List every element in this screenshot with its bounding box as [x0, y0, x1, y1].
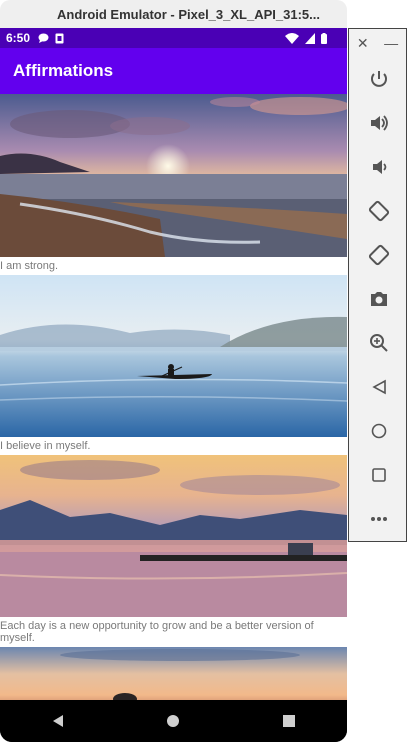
app-title: Affirmations [13, 61, 114, 80]
affirmation-card[interactable]: I believe in myself. [0, 275, 347, 455]
home-icon [167, 715, 180, 727]
status-time: 6:50 [6, 31, 31, 45]
home-button[interactable] [153, 701, 193, 741]
power-icon [370, 71, 387, 87]
beach-sunset-photo [0, 94, 347, 257]
affirmation-text: I am strong. [0, 260, 59, 272]
mountain-lake-dusk-photo [0, 455, 347, 617]
window-title: Android Emulator - Pixel_3_XL_API_31:5..… [57, 6, 320, 22]
more-icon [370, 517, 387, 521]
close-icon[interactable]: ✕ [357, 35, 369, 52]
rotate-left-button[interactable] [349, 189, 408, 233]
chat-icon [38, 33, 49, 43]
signal-icon [305, 32, 315, 44]
rotate-right-button[interactable] [349, 233, 408, 277]
volume-up-button[interactable] [349, 101, 408, 145]
affirmations-list[interactable]: I am strong. I believe in myself. Each d… [0, 94, 347, 700]
back-icon [371, 379, 386, 395]
emu-overview-button[interactable] [349, 453, 408, 497]
status-bar: 6:50 [0, 28, 347, 48]
affirmation-card[interactable]: I am strong. [0, 94, 347, 275]
emulator-titlebar: Android Emulator - Pixel_3_XL_API_31:5..… [0, 0, 347, 28]
home-icon [371, 423, 386, 439]
affirmation-card[interactable] [0, 647, 347, 700]
sim-icon [55, 33, 64, 43]
rotate-right-icon [368, 244, 389, 266]
overview-button[interactable] [269, 701, 309, 741]
emu-back-button[interactable] [349, 365, 408, 409]
emu-home-button[interactable] [349, 409, 408, 453]
back-icon [52, 715, 63, 727]
overview-icon [283, 715, 296, 727]
back-button[interactable] [38, 701, 78, 741]
emulator-toolbar: ✕ — [348, 28, 407, 542]
volume-down-icon [372, 160, 386, 174]
sunset-rock-photo [0, 647, 347, 700]
kayak-lake-photo [0, 275, 347, 437]
more-button[interactable] [349, 497, 408, 541]
phone-screen: 6:50 Affirmations I am strong. I believe… [0, 28, 347, 742]
affirmation-text: I believe in myself. [0, 440, 91, 452]
navigation-bar [0, 700, 347, 742]
zoom-button[interactable] [349, 321, 408, 365]
affirmation-card[interactable]: Each day is a new opportunity to grow an… [0, 455, 347, 647]
overview-icon [371, 468, 386, 482]
battery-icon [321, 32, 327, 44]
affirmation-text: Each day is a new opportunity to grow an… [0, 620, 314, 644]
zoom-icon [369, 334, 388, 352]
screenshot-button[interactable] [349, 277, 408, 321]
minimize-icon[interactable]: — [384, 35, 398, 51]
volume-down-button[interactable] [349, 145, 408, 189]
volume-up-icon [370, 115, 388, 131]
rotate-left-icon [368, 200, 389, 222]
app-bar: Affirmations [0, 48, 347, 94]
power-button[interactable] [349, 57, 408, 101]
camera-icon [370, 292, 387, 306]
wifi-icon [285, 32, 299, 44]
